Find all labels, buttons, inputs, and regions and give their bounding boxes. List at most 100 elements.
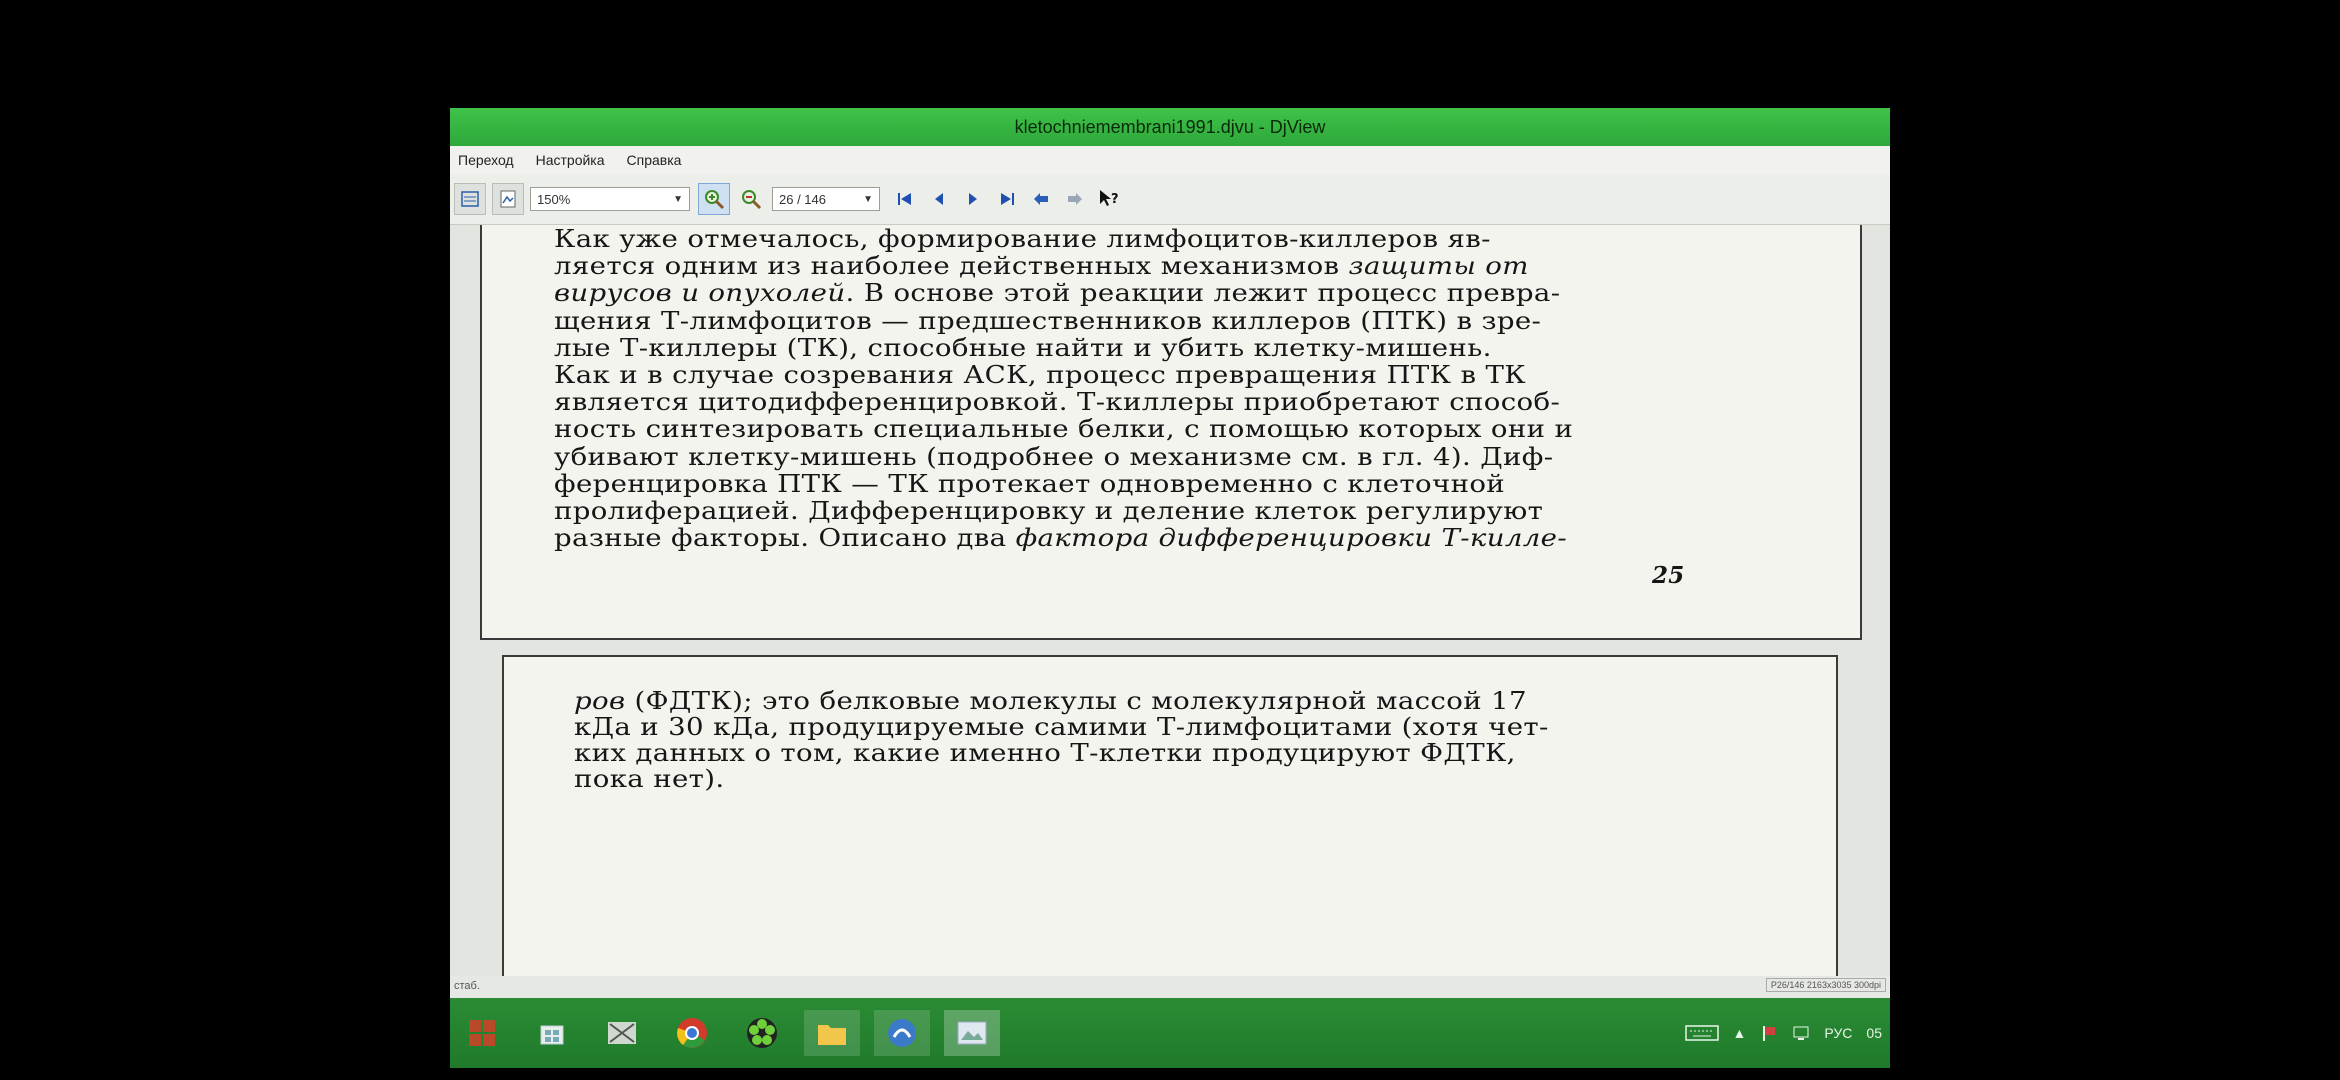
forward-button[interactable] <box>1058 184 1092 214</box>
menu-item-navigate[interactable]: Переход <box>458 152 514 168</box>
first-page-button[interactable] <box>888 184 922 214</box>
next-page-icon <box>969 193 977 205</box>
chrome-icon <box>677 1018 707 1048</box>
text-line: является цитодифференцировкой. Т-киллеры… <box>554 388 1560 416</box>
text-line: вирусов и опухолей. В основе этой реакци… <box>554 279 1560 307</box>
zoom-select[interactable]: 150% ▼ <box>530 187 690 211</box>
sidebar-toggle-button[interactable] <box>454 183 486 215</box>
previous-page-button[interactable] <box>922 184 956 214</box>
text-run: щения Т-лимфоцитов — предшественников ки… <box>554 306 1542 335</box>
monitor-screen: kletochniemembrani1991.djvu - DjView Пер… <box>450 108 1890 1068</box>
document-view[interactable]: Как уже отмечалось, формирование лимфоци… <box>450 225 1890 995</box>
status-bar: стаб. P26/146 2163x3035 300dpi <box>450 976 1890 998</box>
page-value: 26 / 146 <box>779 191 826 207</box>
zoom-out-button[interactable] <box>736 184 766 214</box>
text-line: убивают клетку-мишень (подробнее о механ… <box>554 443 1553 471</box>
taskbar-store[interactable] <box>524 1010 580 1056</box>
svg-text:?: ? <box>1111 192 1119 207</box>
toolbar: 150% ▼ 26 / 146 ▼ ? <box>450 174 1890 225</box>
text-line: пока нет). <box>574 765 724 793</box>
text-run: убивают клетку-мишень (подробнее о механ… <box>554 442 1554 471</box>
menu-item-settings[interactable]: Настройка <box>536 152 605 168</box>
text-line: кДа и 30 кДа, продуцируемые самими Т-лим… <box>574 713 1549 741</box>
page-view-icon <box>500 190 516 208</box>
taskbar: ▲ РУС 05 <box>450 998 1890 1068</box>
zoom-value: 150% <box>537 191 571 207</box>
first-page-icon <box>898 193 911 205</box>
text-line: Как уже отмечалось, формирование лимфоци… <box>554 225 1491 253</box>
view-mode-button[interactable] <box>492 183 524 215</box>
text-line: разные факторы. Описано два фактора дифф… <box>554 524 1567 552</box>
text-line: ров (ФДТК); это белковые молекулы с моле… <box>574 687 1527 715</box>
windows-logo-icon <box>469 1020 495 1046</box>
keyboard-icon[interactable] <box>1684 1024 1719 1042</box>
page-number: 25 <box>1652 562 1685 589</box>
taskbar-app-flower[interactable] <box>734 1010 790 1056</box>
text-run: (ФДТК); это белковые молекулы с молекуля… <box>625 687 1527 715</box>
taskbar-djview[interactable] <box>874 1010 930 1056</box>
text-line: лые Т-киллеры (ТК), способные найти и уб… <box>554 334 1492 362</box>
document-page-25: Как уже отмечалось, формирование лимфоци… <box>480 225 1862 640</box>
system-tray: ▲ РУС 05 <box>1684 998 1882 1068</box>
forward-arrow-icon <box>1068 193 1082 205</box>
status-text: стаб. <box>454 980 480 992</box>
chevron-down-icon: ▼ <box>673 193 683 205</box>
text-line: ляется одним из наиболее действенных мех… <box>554 252 1529 280</box>
chevron-down-icon: ▼ <box>863 193 873 205</box>
taskbar-explorer[interactable] <box>804 1010 860 1056</box>
previous-page-icon <box>935 193 943 205</box>
menu-item-help[interactable]: Справка <box>627 152 682 168</box>
last-page-button[interactable] <box>990 184 1024 214</box>
text-line: ность синтезировать специальные белки, с… <box>554 415 1573 443</box>
text-run: ференцировка ПТК — ТК протекает одноврем… <box>554 469 1506 498</box>
page-info-status: P26/146 2163x3035 300dpi <box>1765 978 1886 992</box>
tray-expand-icon[interactable]: ▲ <box>1733 1025 1747 1041</box>
italic-text: вирусов и опухолей <box>554 279 846 308</box>
page-select[interactable]: 26 / 146 ▼ <box>772 187 880 211</box>
text-run: ляется одним из наиболее действенных мех… <box>554 252 1349 281</box>
text-run: кДа и 30 кДа, продуцируемые самими Т-лим… <box>574 713 1549 741</box>
djview-icon <box>888 1019 916 1047</box>
network-icon[interactable] <box>1792 1024 1810 1042</box>
sidebar-icon <box>461 191 479 207</box>
zoom-in-icon <box>705 190 725 210</box>
text-run: пока нет). <box>574 765 725 793</box>
whats-this-button[interactable]: ? <box>1092 184 1126 214</box>
text-run: разные факторы. Описано два <box>554 524 1016 553</box>
last-page-icon <box>1001 193 1014 205</box>
store-icon <box>540 1025 564 1045</box>
window-title: kletochniemembrani1991.djvu - DjView <box>1014 117 1326 137</box>
text-run: пролиферацией. Дифференцировку и деление… <box>554 497 1544 525</box>
text-run: лые Т-киллеры (ТК), способные найти и уб… <box>554 333 1492 362</box>
italic-text: ров <box>574 687 626 715</box>
text-line: Как и в случае созревания АСК, процесс п… <box>554 361 1526 389</box>
text-line: ференцировка ПТК — ТК протекает одноврем… <box>554 470 1505 498</box>
taskbar-chrome[interactable] <box>664 1010 720 1056</box>
clock[interactable]: 05 <box>1866 1025 1882 1041</box>
grid-app-icon <box>608 1022 636 1044</box>
image-viewer-icon <box>957 1021 987 1045</box>
text-run: является цитодифференцировкой. Т-киллеры… <box>554 388 1561 417</box>
window-title-bar[interactable]: kletochniemembrani1991.djvu - DjView <box>450 108 1890 146</box>
start-button[interactable] <box>454 1010 510 1056</box>
zoom-in-button[interactable] <box>698 183 730 215</box>
text-line: пролиферацией. Дифференцировку и деление… <box>554 497 1543 525</box>
italic-text: защиты от <box>1348 252 1529 281</box>
zoom-out-icon <box>742 190 762 210</box>
folder-icon <box>818 1025 846 1045</box>
back-button[interactable] <box>1024 184 1058 214</box>
flower-app-icon <box>747 1018 777 1048</box>
document-page-26: ров (ФДТК); это белковые молекулы с моле… <box>502 655 1838 995</box>
flag-icon[interactable] <box>1760 1024 1778 1042</box>
help-pointer-icon: ? <box>1100 190 1119 207</box>
back-arrow-icon <box>1034 193 1048 205</box>
text-line: ких данных о том, какие именно Т-клетки … <box>574 739 1516 767</box>
input-language[interactable]: РУС <box>1824 1025 1852 1041</box>
italic-text: фактора дифференцировки Т-килле- <box>1015 524 1568 553</box>
next-page-button[interactable] <box>956 184 990 214</box>
text-line: щения Т-лимфоцитов — предшественников ки… <box>554 307 1541 335</box>
text-run: Как уже отмечалось, формирование лимфоци… <box>554 225 1491 253</box>
taskbar-viewer[interactable] <box>944 1010 1000 1056</box>
text-run: . В основе этой реакции лежит процесс пр… <box>845 279 1561 308</box>
taskbar-control-panel[interactable] <box>594 1010 650 1056</box>
